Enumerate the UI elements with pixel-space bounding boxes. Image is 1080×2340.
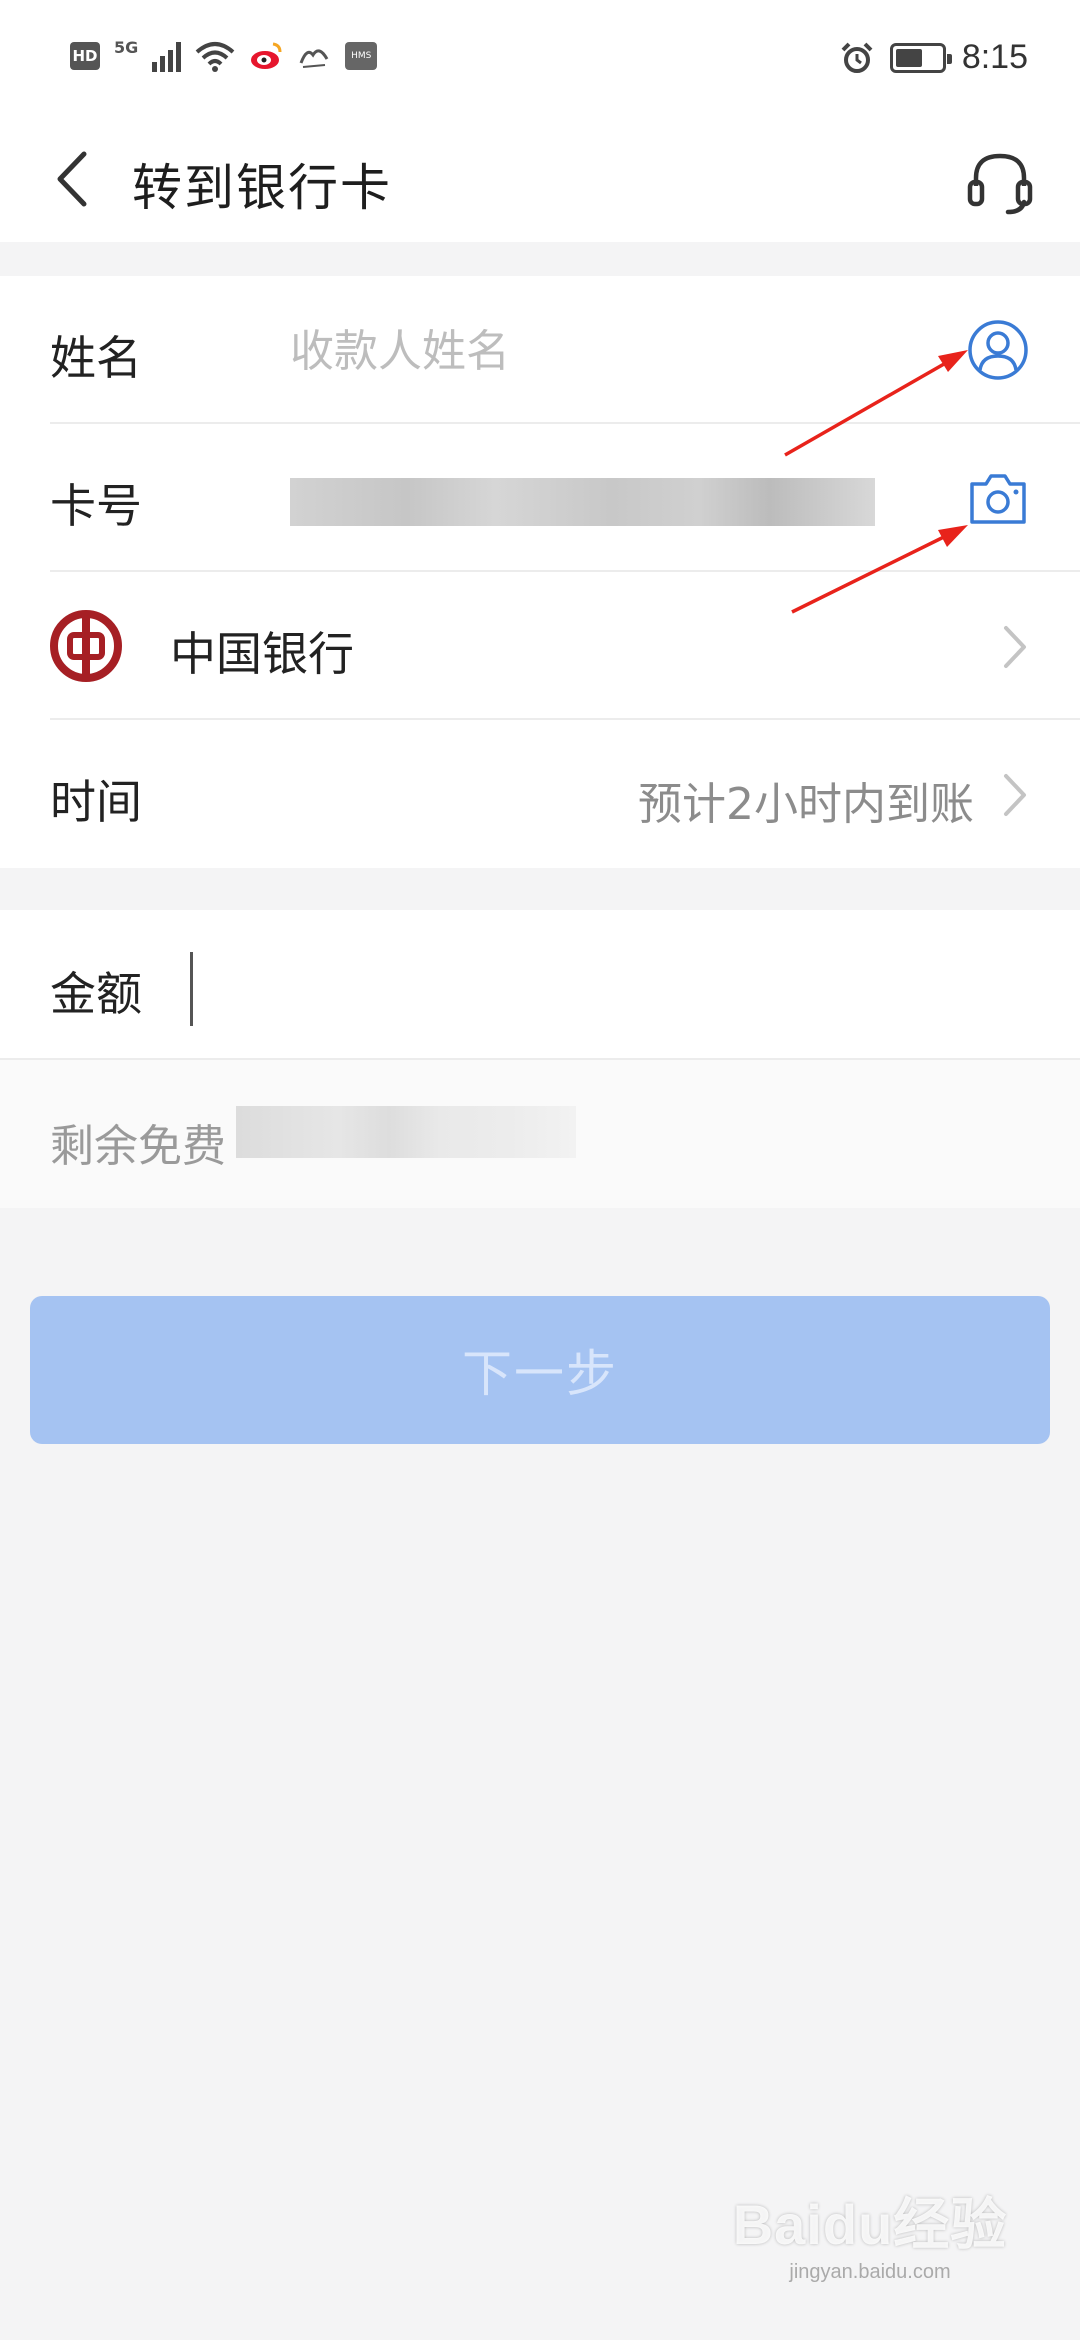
chevron-right-icon xyxy=(1004,774,1026,816)
chevron-right-icon xyxy=(1004,626,1026,668)
alarm-icon xyxy=(841,42,873,73)
amount-card: 金额 xyxy=(0,910,1080,1058)
amount-label: 金额 xyxy=(50,967,142,1021)
headset-icon[interactable] xyxy=(960,142,1040,222)
weibo-icon xyxy=(251,42,282,69)
page-title: 转到银行卡 xyxy=(132,159,392,217)
hd-badge: HD xyxy=(70,42,100,70)
watermark-brand: Baidu经验 xyxy=(732,2193,1008,2256)
status-left: HD 5G HMS xyxy=(70,38,378,74)
battery-level xyxy=(895,48,923,67)
watermark-url: jingyan.baidu.com xyxy=(789,2261,951,2283)
status-right: 8:15 xyxy=(840,38,1028,77)
wifi-icon xyxy=(195,42,235,72)
free-quota-row: 剩余免费 xyxy=(0,1058,1080,1208)
card-number-input[interactable] xyxy=(290,478,875,526)
status-bar: HD 5G HMS 8:15 xyxy=(0,0,1080,120)
arrival-time-row[interactable]: 时间 预计2小时内到账 xyxy=(50,720,1080,868)
clock: 8:15 xyxy=(961,38,1028,76)
free-quota-text: 剩余免费 xyxy=(50,1121,226,1172)
name-row: 姓名 xyxy=(50,276,1080,424)
next-step-button[interactable]: 下一步 xyxy=(30,1296,1050,1444)
app-header: 转到银行卡 xyxy=(0,120,1080,242)
free-quota-value xyxy=(236,1106,576,1158)
hms-icon: HMS xyxy=(345,42,378,70)
card-number-label: 卡号 xyxy=(50,479,142,533)
battery-icon xyxy=(889,42,952,73)
chevron-left-icon[interactable] xyxy=(40,144,110,214)
bank-name: 中国银行 xyxy=(170,627,354,681)
time-label: 时间 xyxy=(50,775,142,829)
amount-input[interactable] xyxy=(200,940,1020,1030)
text-cursor xyxy=(190,952,193,1026)
recipient-card: 姓名 卡号 中国银行 时间 预计2小时内到账 xyxy=(0,276,1080,868)
arrival-time-value: 预计2小时内到账 xyxy=(638,779,974,830)
card-number-row: 卡号 xyxy=(50,424,1080,572)
recipient-name-input[interactable] xyxy=(290,306,970,396)
signal-icon xyxy=(152,40,182,72)
xuexi-icon xyxy=(299,49,329,68)
camera-icon[interactable] xyxy=(966,468,1030,528)
bank-row[interactable]: 中国银行 xyxy=(50,572,1080,720)
bank-of-china-logo xyxy=(50,610,122,682)
network-type: 5G xyxy=(114,38,139,57)
name-label: 姓名 xyxy=(50,331,142,385)
contact-icon[interactable] xyxy=(966,318,1030,382)
watermark: Baidu经验 jingyan.baidu.com xyxy=(700,2180,1040,2290)
